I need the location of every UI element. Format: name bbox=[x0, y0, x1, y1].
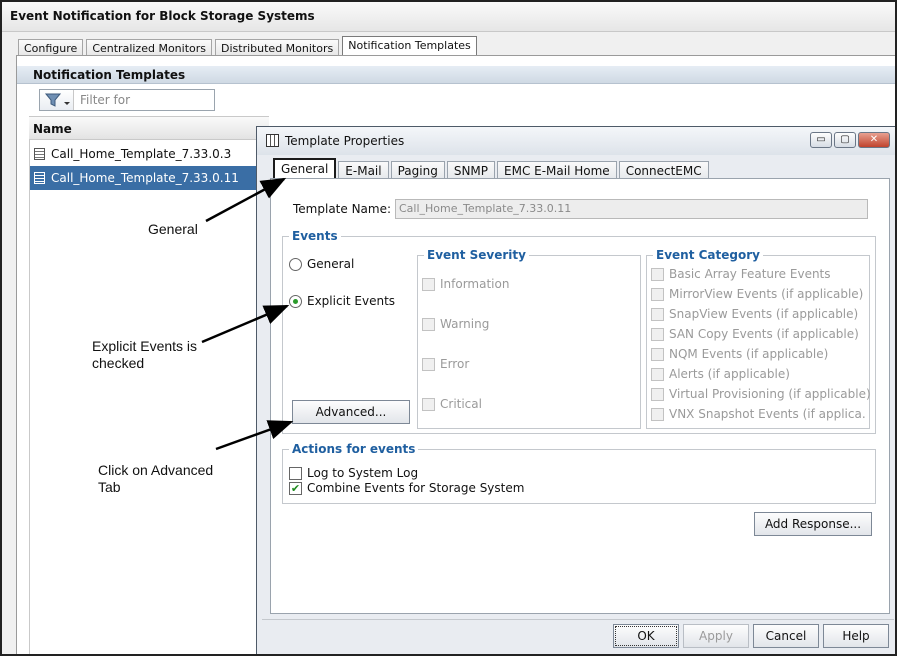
checkbox-log-system-log[interactable] bbox=[289, 466, 302, 480]
template-properties-dialog: Template Properties ▭ ▢ ✕ General E-Mail… bbox=[256, 126, 895, 654]
checkbox-category[interactable] bbox=[651, 287, 664, 301]
tab-notification-templates[interactable]: Notification Templates bbox=[342, 36, 477, 57]
app-title: Event Notification for Block Storage Sys… bbox=[2, 2, 895, 32]
annotation-line: checked bbox=[92, 355, 145, 371]
explicit-events-radio[interactable]: Explicit Events bbox=[289, 294, 395, 308]
template-name: Call_Home_Template_7.33.0.3 bbox=[51, 147, 232, 161]
table-icon bbox=[266, 134, 279, 147]
event-category-legend: Event Category bbox=[656, 248, 760, 262]
template-name-field: Call_Home_Template_7.33.0.11 bbox=[395, 199, 868, 219]
checkbox-category[interactable] bbox=[651, 387, 664, 401]
general-radio[interactable]: General bbox=[289, 257, 354, 271]
checkbox-critical[interactable] bbox=[422, 397, 435, 411]
category-label: MirrorView Events (if applicable) bbox=[669, 287, 864, 301]
category-item[interactable]: SAN Copy Events (if applicable) bbox=[651, 327, 859, 341]
main-tabbar: Configure Centralized Monitors Distribut… bbox=[18, 36, 480, 58]
checkbox-category[interactable] bbox=[651, 367, 664, 381]
category-item[interactable]: VNX Snapshot Events (if applica... bbox=[651, 407, 865, 421]
severity-label: Warning bbox=[440, 317, 490, 331]
annotation-line: Tab bbox=[98, 479, 121, 495]
document-icon bbox=[34, 172, 45, 184]
category-item[interactable]: NQM Events (if applicable) bbox=[651, 347, 828, 361]
minimize-button[interactable]: ▭ bbox=[810, 132, 832, 148]
category-item[interactable]: MirrorView Events (if applicable) bbox=[651, 287, 863, 301]
events-legend: Events bbox=[292, 229, 338, 243]
filter-box[interactable]: Filter for bbox=[39, 89, 215, 111]
event-severity-legend: Event Severity bbox=[427, 248, 526, 262]
document-icon bbox=[34, 148, 45, 160]
dialog-titlebar[interactable]: Template Properties bbox=[257, 127, 895, 155]
template-name-label: Template Name: bbox=[293, 202, 392, 216]
severity-warning[interactable]: Warning bbox=[422, 317, 489, 331]
dialog-title: Template Properties bbox=[285, 134, 405, 148]
template-row-selected[interactable]: Call_Home_Template_7.33.0.11 bbox=[29, 166, 269, 190]
ok-button[interactable]: OK bbox=[613, 624, 679, 648]
annotation-advanced: Click on Advanced Tab bbox=[98, 462, 213, 496]
category-item[interactable]: SnapView Events (if applicable) bbox=[651, 307, 858, 321]
notification-templates-header: Notification Templates bbox=[17, 66, 895, 84]
category-label: Virtual Provisioning (if applicable) bbox=[669, 387, 871, 401]
cancel-button[interactable]: Cancel bbox=[753, 624, 819, 648]
severity-error[interactable]: Error bbox=[422, 357, 469, 371]
checkbox-category[interactable] bbox=[651, 307, 664, 321]
category-item[interactable]: Basic Array Feature Events bbox=[651, 267, 831, 281]
checkbox-category[interactable] bbox=[651, 407, 664, 421]
annotation-line: Explicit Events is bbox=[92, 338, 198, 354]
checkbox-category[interactable] bbox=[651, 327, 664, 341]
checkbox-combine-events[interactable]: ✔ bbox=[289, 481, 302, 495]
category-label: SAN Copy Events (if applicable) bbox=[669, 327, 859, 341]
help-button[interactable]: Help bbox=[823, 624, 889, 648]
template-row[interactable]: Call_Home_Template_7.33.0.3 bbox=[29, 142, 269, 166]
general-tab-panel: Template Name: Call_Home_Template_7.33.0… bbox=[270, 178, 890, 614]
category-label: Basic Array Feature Events bbox=[669, 267, 831, 281]
checkbox-error[interactable] bbox=[422, 357, 435, 371]
annotation-general: General bbox=[148, 221, 198, 237]
app-window: Event Notification for Block Storage Sys… bbox=[0, 0, 897, 656]
annotation-line: Click on Advanced bbox=[98, 462, 214, 478]
radio-explicit-events[interactable] bbox=[289, 294, 302, 308]
combine-events-label: Combine Events for Storage System bbox=[307, 481, 525, 495]
filter-input[interactable]: Filter for bbox=[80, 93, 130, 107]
category-label: VNX Snapshot Events (if applica... bbox=[669, 407, 865, 421]
severity-label: Critical bbox=[440, 397, 482, 411]
checkbox-category[interactable] bbox=[651, 347, 664, 361]
general-radio-label: General bbox=[307, 257, 355, 271]
severity-label: Error bbox=[440, 357, 470, 371]
checkbox-category[interactable] bbox=[651, 267, 664, 281]
checkbox-information[interactable] bbox=[422, 277, 435, 291]
checkbox-warning[interactable] bbox=[422, 317, 435, 331]
severity-label: Information bbox=[440, 277, 510, 291]
add-response-button[interactable]: Add Response... bbox=[754, 512, 872, 536]
funnel-icon[interactable] bbox=[40, 90, 74, 110]
severity-critical[interactable]: Critical bbox=[422, 397, 482, 411]
list-divider bbox=[29, 140, 30, 654]
combine-events-option[interactable]: ✔ Combine Events for Storage System bbox=[289, 481, 524, 495]
radio-general[interactable] bbox=[289, 257, 302, 271]
actions-legend: Actions for events bbox=[292, 442, 416, 456]
severity-information[interactable]: Information bbox=[422, 277, 509, 291]
category-label: SnapView Events (if applicable) bbox=[669, 307, 859, 321]
category-label: Alerts (if applicable) bbox=[669, 367, 790, 381]
advanced-button[interactable]: Advanced... bbox=[292, 400, 410, 424]
window-controls: ▭ ▢ ✕ bbox=[810, 132, 890, 148]
close-button[interactable]: ✕ bbox=[858, 132, 890, 148]
log-system-log-label: Log to System Log bbox=[307, 466, 419, 480]
template-name: Call_Home_Template_7.33.0.11 bbox=[51, 171, 239, 185]
annotation-explicit-events: Explicit Events is checked bbox=[92, 338, 197, 372]
category-item[interactable]: Virtual Provisioning (if applicable) bbox=[651, 387, 871, 401]
explicit-events-label: Explicit Events bbox=[307, 294, 396, 308]
name-column-header[interactable]: Name bbox=[29, 116, 269, 140]
category-item[interactable]: Alerts (if applicable) bbox=[651, 367, 790, 381]
log-system-log-option[interactable]: Log to System Log bbox=[289, 466, 418, 480]
category-label: NQM Events (if applicable) bbox=[669, 347, 829, 361]
maximize-button[interactable]: ▢ bbox=[834, 132, 856, 148]
apply-button[interactable]: Apply bbox=[683, 624, 749, 648]
